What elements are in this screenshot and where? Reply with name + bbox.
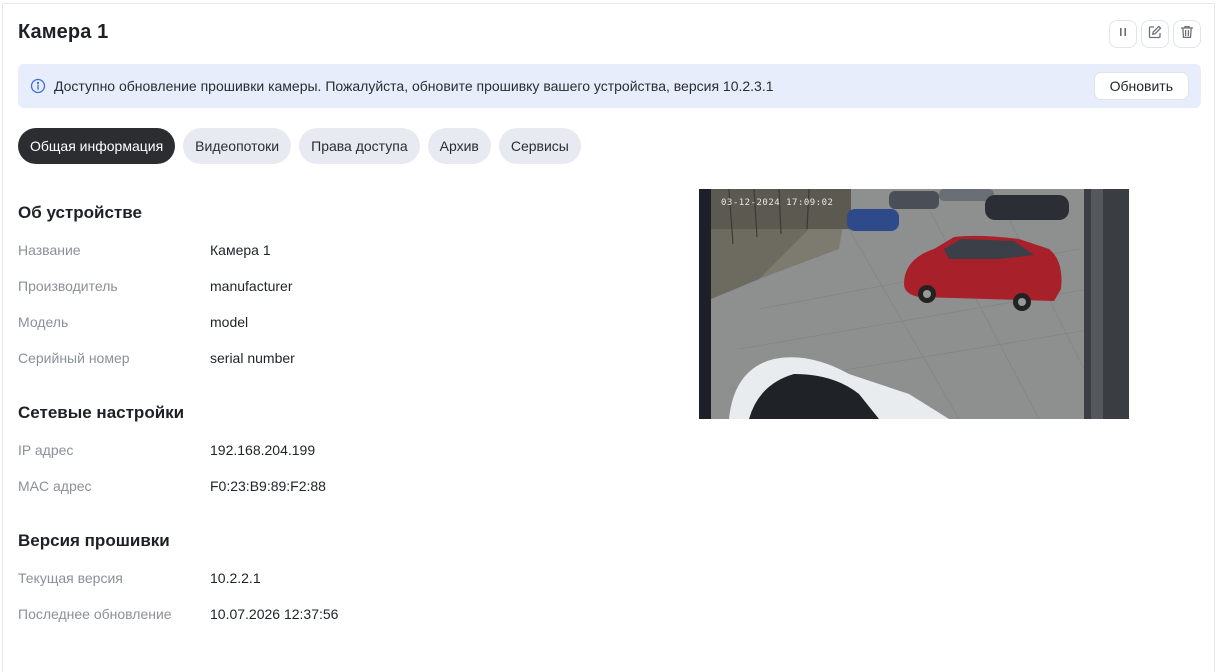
tab-bar: Общая информация Видеопотоки Права досту…	[18, 128, 581, 164]
network-section-title: Сетевые настройки	[18, 403, 185, 422]
mac-address-label: MAC адрес	[18, 478, 92, 494]
preview-timestamp: 03-12-2024 17:09:02	[721, 198, 834, 208]
banner-message: Доступно обновление прошивки камеры. Пож…	[54, 78, 774, 94]
update-firmware-button[interactable]: Обновить	[1094, 73, 1188, 99]
mac-address-value: F0:23:B9:89:F2:88	[210, 478, 326, 494]
manufacturer-label: Производитель	[18, 278, 118, 294]
current-version-label: Текущая версия	[18, 570, 123, 586]
pause-icon	[1115, 24, 1131, 45]
ip-address-label: IP адрес	[18, 442, 74, 458]
model-value: model	[210, 314, 249, 330]
current-version-value: 10.2.2.1	[210, 570, 261, 586]
serial-number-value: serial number	[210, 350, 295, 366]
toolbar	[1109, 20, 1201, 48]
device-name-value: Камера 1	[210, 242, 271, 258]
tab-video-streams[interactable]: Видеопотоки	[183, 128, 292, 164]
model-label: Модель	[18, 314, 69, 330]
edit-icon	[1147, 24, 1163, 45]
delete-button[interactable]	[1173, 20, 1201, 48]
tab-archive[interactable]: Архив	[427, 128, 491, 164]
ip-address-value: 192.168.204.199	[210, 442, 316, 458]
pause-button[interactable]	[1109, 20, 1137, 48]
page-title: Камера 1	[18, 21, 109, 43]
device-section-title: Об устройстве	[18, 203, 142, 222]
serial-number-label: Серийный номер	[18, 350, 130, 366]
info-icon	[30, 78, 46, 94]
last-update-label: Последнее обновление	[18, 606, 172, 622]
edit-button[interactable]	[1141, 20, 1169, 48]
manufacturer-value: manufacturer	[210, 278, 293, 294]
firmware-section-title: Версия прошивки	[18, 531, 170, 550]
firmware-update-banner: Доступно обновление прошивки камеры. Пож…	[18, 64, 1201, 108]
tab-services[interactable]: Сервисы	[498, 128, 581, 164]
last-update-value: 10.07.2026 12:37:56	[210, 606, 339, 622]
device-name-label: Название	[18, 242, 81, 258]
trash-icon	[1179, 24, 1195, 45]
camera-preview[interactable]: 03-12-2024 17:09:02	[699, 189, 1129, 419]
tab-general-info[interactable]: Общая информация	[18, 128, 176, 164]
camera-frame-image	[699, 189, 1129, 419]
tab-access-rights[interactable]: Права доступа	[299, 128, 420, 164]
